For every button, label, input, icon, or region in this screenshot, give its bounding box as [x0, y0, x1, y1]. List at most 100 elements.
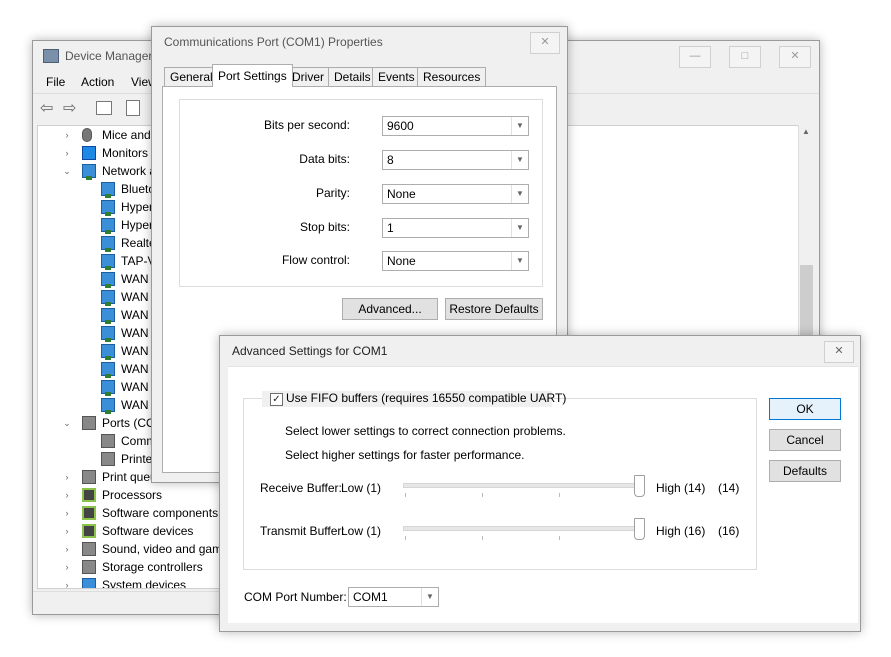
tree-item-label: Software devices [102, 524, 194, 538]
tree-item-label: Ports (CO [102, 416, 156, 430]
chevron-right-icon[interactable]: › [62, 522, 72, 540]
transmit-buffer-slider[interactable] [403, 526, 641, 531]
tree-item-label: Processors [102, 488, 163, 502]
tree-item-label: Print queu [102, 470, 157, 484]
slider-tick [482, 493, 483, 497]
ok-button[interactable]: OK [769, 398, 841, 420]
slider-tick [559, 536, 560, 540]
slider-tick [405, 536, 406, 540]
chip-icon [82, 488, 96, 502]
advanced-close-button[interactable]: ✕ [824, 341, 854, 363]
network-icon [101, 380, 115, 396]
receive-low-label: Low (1) [341, 481, 382, 495]
back-icon[interactable]: ⇦ [40, 98, 53, 118]
forward-icon[interactable]: ⇨ [63, 98, 76, 118]
close-button[interactable]: ✕ [779, 46, 811, 68]
help-icon[interactable] [126, 100, 140, 116]
chevron-right-icon[interactable]: › [62, 486, 72, 504]
chevron-right-icon[interactable]: › [62, 126, 72, 144]
tree-item[interactable]: › Sound, video and gam [38, 540, 238, 558]
tree-item[interactable]: › Software components [38, 504, 238, 522]
chevron-right-icon[interactable]: › [62, 468, 72, 486]
transmit-low-label: Low (1) [341, 524, 382, 538]
tree-item-label: WAN [121, 272, 149, 286]
advanced-title: Advanced Settings for COM1 [232, 344, 388, 358]
slider-tick [559, 493, 560, 497]
tree-item[interactable]: › Storage controllers [38, 558, 238, 576]
receive-buffer-slider[interactable] [403, 483, 641, 488]
tree-item-label: Sound, video and gam [102, 542, 223, 556]
minimize-button[interactable]: — [679, 46, 711, 68]
tab-details[interactable]: Details [328, 67, 377, 86]
advanced-titlebar[interactable]: Advanced Settings for COM1 ✕ [220, 336, 860, 366]
tree-item-label: WAN [121, 308, 149, 322]
checkmark-icon: ✓ [272, 394, 281, 405]
tree-item[interactable]: › Software devices [38, 522, 238, 540]
storage-icon [82, 560, 96, 574]
tree-item-label: Printe [121, 452, 153, 466]
tab-resources[interactable]: Resources [417, 67, 487, 86]
cancel-button[interactable]: Cancel [769, 429, 841, 451]
receive-slider-thumb[interactable] [634, 475, 645, 497]
network-icon [82, 164, 96, 180]
sound-icon [82, 542, 96, 556]
chevron-right-icon[interactable]: › [62, 540, 72, 558]
monitor-icon [82, 146, 96, 160]
properties-title: Communications Port (COM1) Properties [164, 35, 383, 49]
parity-select[interactable]: None ▼ [382, 184, 529, 204]
tab-general[interactable]: General [164, 67, 219, 86]
properties-icon[interactable] [96, 101, 112, 115]
scroll-up-icon[interactable]: ▲ [802, 127, 810, 136]
menu-file[interactable]: File [46, 75, 65, 89]
tree-item-label: Network a [102, 164, 157, 178]
printer-icon [82, 470, 96, 484]
port-icon [101, 452, 115, 466]
network-icon [101, 254, 115, 270]
fifo-checkbox[interactable]: ✓ [270, 393, 283, 406]
chevron-right-icon[interactable]: › [62, 144, 72, 162]
bits-per-second-value: 9600 [387, 119, 414, 133]
tree-item[interactable]: › System devices [38, 576, 238, 588]
bits-per-second-label: Bits per second: [263, 118, 350, 132]
defaults-button[interactable]: Defaults [769, 460, 841, 482]
menu-action[interactable]: Action [81, 75, 114, 89]
maximize-button[interactable]: □ [729, 46, 761, 68]
tree-item-label: Blueto [121, 182, 156, 196]
parity-label: Parity: [315, 186, 350, 200]
chevron-right-icon[interactable]: › [62, 504, 72, 522]
com-port-select[interactable]: COM1 ▼ [348, 587, 439, 607]
tree-item-label: Hyper [121, 218, 154, 232]
bits-per-second-select[interactable]: 9600 ▼ [382, 116, 529, 136]
chevron-down-icon: ▼ [511, 151, 528, 169]
properties-titlebar[interactable]: Communications Port (COM1) Properties ✕ [152, 27, 567, 57]
tree-item-label: WAN [121, 344, 149, 358]
data-bits-label: Data bits: [299, 152, 350, 166]
tree-item-label: Monitors [102, 146, 149, 160]
slider-tick [405, 493, 406, 497]
transmit-slider-thumb[interactable] [634, 518, 645, 540]
chevron-down-icon[interactable]: ⌄ [62, 162, 72, 180]
flow-control-value: None [387, 254, 416, 268]
network-icon [101, 308, 115, 324]
advanced-settings-window: Advanced Settings for COM1 ✕ ✓ Use FIFO … [219, 335, 861, 632]
chevron-down-icon[interactable]: ⌄ [62, 414, 72, 432]
restore-defaults-button[interactable]: Restore Defaults [445, 298, 543, 320]
chevron-right-icon[interactable]: › [62, 576, 72, 588]
advanced-button[interactable]: Advanced... [342, 298, 438, 320]
receive-buffer-label: Receive Buffer: [260, 481, 342, 495]
flow-control-select[interactable]: None ▼ [382, 251, 529, 271]
tree-item-label: WAN [121, 362, 149, 376]
com-port-label: COM Port Number: [244, 590, 347, 604]
chevron-right-icon[interactable]: › [62, 558, 72, 576]
tab-port-settings[interactable]: Port Settings [212, 64, 293, 87]
receive-value: (14) [718, 481, 740, 495]
data-bits-select[interactable]: 8 ▼ [382, 150, 529, 170]
slider-tick [482, 536, 483, 540]
hint-lower-text: Select lower settings to correct connect… [285, 424, 566, 438]
stop-bits-select[interactable]: 1 ▼ [382, 218, 529, 238]
tree-item[interactable]: › Processors [38, 486, 238, 504]
tab-events[interactable]: Events [372, 67, 421, 86]
transmit-high-label: High (16) [656, 524, 706, 538]
hint-higher-text: Select higher settings for faster perfor… [285, 448, 525, 462]
properties-close-button[interactable]: ✕ [530, 32, 560, 54]
